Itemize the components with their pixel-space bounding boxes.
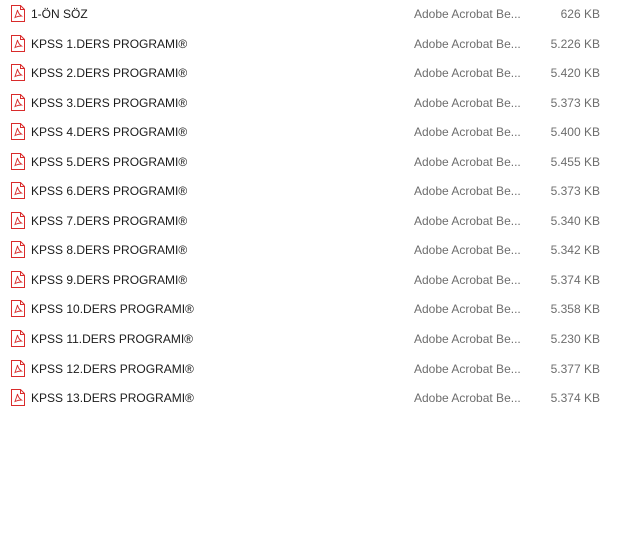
file-row[interactable]: KPSS 2.DERS PROGRAMI® Adobe Acrobat Be..… xyxy=(0,59,644,89)
file-size: 5.340 KB xyxy=(550,213,600,228)
file-name: KPSS 11.DERS PROGRAMI® xyxy=(31,332,193,347)
file-name: KPSS 6.DERS PROGRAMI® xyxy=(31,184,188,199)
file-row[interactable]: KPSS 1.DERS PROGRAMI® Adobe Acrobat Be..… xyxy=(0,30,644,60)
pdf-file-icon xyxy=(11,93,25,111)
pdf-file-icon xyxy=(11,389,25,407)
file-name: KPSS 10.DERS PROGRAMI® xyxy=(31,302,194,317)
file-row[interactable]: KPSS 7.DERS PROGRAMI® Adobe Acrobat Be..… xyxy=(0,207,644,237)
pdf-file-icon xyxy=(11,5,25,22)
file-size: 5.226 KB xyxy=(550,36,600,51)
pdf-file-icon xyxy=(11,123,25,141)
pdf-file-icon xyxy=(11,152,25,170)
file-type: Adobe Acrobat Be... xyxy=(414,361,521,376)
file-name: KPSS 9.DERS PROGRAMI® xyxy=(31,272,188,287)
file-type: Adobe Acrobat Be... xyxy=(414,66,521,81)
file-size: 5.373 KB xyxy=(550,184,600,199)
file-row[interactable]: KPSS 9.DERS PROGRAMI® Adobe Acrobat Be..… xyxy=(0,266,644,296)
file-row[interactable]: KPSS 12.DERS PROGRAMI® Adobe Acrobat Be.… xyxy=(0,355,644,385)
file-size: 5.374 KB xyxy=(550,391,600,406)
file-type: Adobe Acrobat Be... xyxy=(414,95,521,110)
file-size: 5.400 KB xyxy=(550,125,600,140)
file-type: Adobe Acrobat Be... xyxy=(414,302,521,317)
pdf-file-icon xyxy=(11,182,25,200)
file-type: Adobe Acrobat Be... xyxy=(414,7,521,21)
file-type: Adobe Acrobat Be... xyxy=(414,36,521,51)
file-size: 5.455 KB xyxy=(550,154,600,169)
file-name: KPSS 2.DERS PROGRAMI® xyxy=(31,66,188,81)
file-type: Adobe Acrobat Be... xyxy=(414,213,521,228)
file-type: Adobe Acrobat Be... xyxy=(414,243,521,258)
file-row[interactable]: KPSS 5.DERS PROGRAMI® Adobe Acrobat Be..… xyxy=(0,148,644,178)
file-row[interactable]: KPSS 10.DERS PROGRAMI® Adobe Acrobat Be.… xyxy=(0,295,644,325)
file-size: 626 KB xyxy=(560,7,600,21)
file-name: KPSS 3.DERS PROGRAMI® xyxy=(31,95,188,110)
file-type: Adobe Acrobat Be... xyxy=(414,125,521,140)
pdf-file-icon xyxy=(11,330,25,348)
file-type: Adobe Acrobat Be... xyxy=(414,332,521,347)
file-row[interactable]: KPSS 4.DERS PROGRAMI® Adobe Acrobat Be..… xyxy=(0,118,644,148)
file-size: 5.374 KB xyxy=(550,272,600,287)
file-size: 5.358 KB xyxy=(550,302,600,317)
pdf-file-icon xyxy=(11,34,25,52)
pdf-file-icon xyxy=(11,211,25,229)
file-size: 5.420 KB xyxy=(550,66,600,81)
file-size: 5.342 KB xyxy=(550,243,600,258)
file-row[interactable]: KPSS 8.DERS PROGRAMI® Adobe Acrobat Be..… xyxy=(0,236,644,266)
file-row[interactable]: KPSS 3.DERS PROGRAMI® Adobe Acrobat Be..… xyxy=(0,89,644,119)
file-name: KPSS 8.DERS PROGRAMI® xyxy=(31,243,188,258)
file-row[interactable]: KPSS 13.DERS PROGRAMI® Adobe Acrobat Be.… xyxy=(0,384,644,414)
file-name: KPSS 13.DERS PROGRAMI® xyxy=(31,391,194,406)
file-row[interactable]: 1-ÖN SÖZ Adobe Acrobat Be... 626 KB xyxy=(0,0,644,30)
pdf-file-icon xyxy=(11,64,25,82)
pdf-file-icon xyxy=(11,300,25,318)
file-type: Adobe Acrobat Be... xyxy=(414,154,521,169)
file-row[interactable]: KPSS 6.DERS PROGRAMI® Adobe Acrobat Be..… xyxy=(0,177,644,207)
file-name: KPSS 1.DERS PROGRAMI® xyxy=(31,36,188,51)
pdf-file-icon xyxy=(11,270,25,288)
file-type: Adobe Acrobat Be... xyxy=(414,272,521,287)
file-size: 5.230 KB xyxy=(550,332,600,347)
file-name: KPSS 7.DERS PROGRAMI® xyxy=(31,213,188,228)
file-name: 1-ÖN SÖZ xyxy=(31,7,88,21)
file-name: KPSS 12.DERS PROGRAMI® xyxy=(31,361,194,376)
file-name: KPSS 5.DERS PROGRAMI® xyxy=(31,154,188,169)
file-row[interactable]: KPSS 11.DERS PROGRAMI® Adobe Acrobat Be.… xyxy=(0,325,644,355)
file-list: 1-ÖN SÖZ Adobe Acrobat Be... 626 KB KPSS… xyxy=(0,0,644,414)
file-size: 5.373 KB xyxy=(550,95,600,110)
file-type: Adobe Acrobat Be... xyxy=(414,184,521,199)
pdf-file-icon xyxy=(11,241,25,259)
file-size: 5.377 KB xyxy=(550,361,600,376)
file-type: Adobe Acrobat Be... xyxy=(414,391,521,406)
pdf-file-icon xyxy=(11,359,25,377)
file-name: KPSS 4.DERS PROGRAMI® xyxy=(31,125,188,140)
